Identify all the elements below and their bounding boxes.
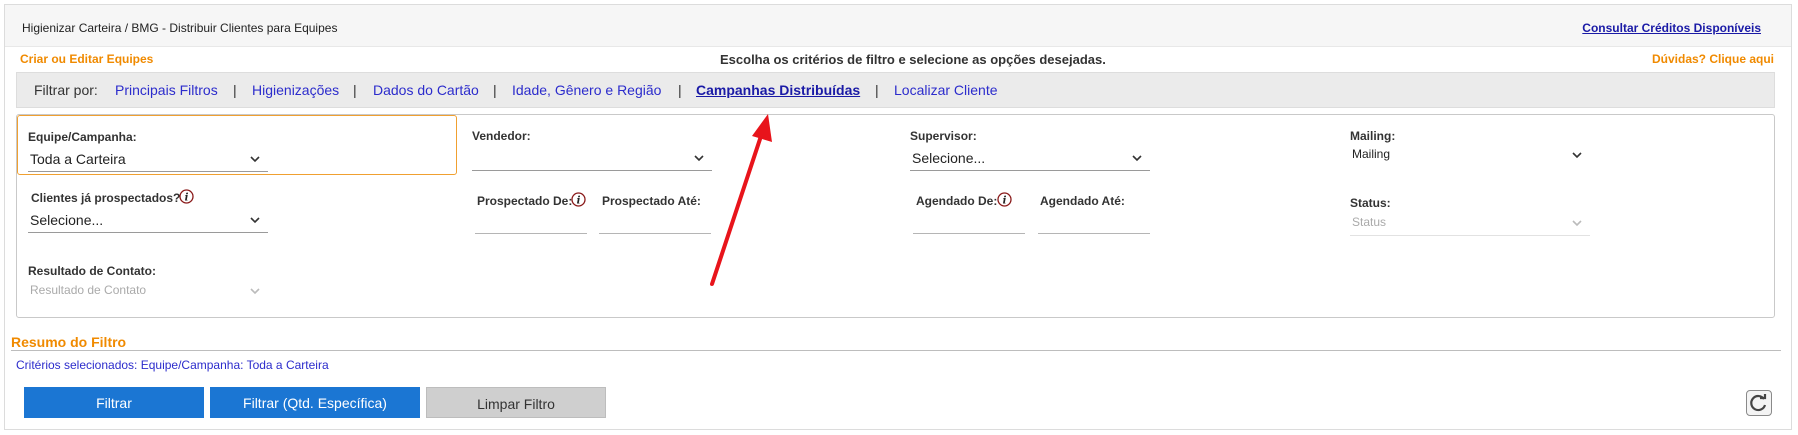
info-icon[interactable]: i [997, 192, 1012, 207]
filter-by-label: Filtrar por: [34, 82, 98, 98]
consultar-creditos-link[interactable]: Consultar Créditos Disponíveis [1582, 21, 1761, 35]
chevron-down-icon [250, 156, 260, 163]
tab-campanhas-distribuidas[interactable]: Campanhas Distribuídas [696, 82, 860, 98]
instruction-text: Escolha os critérios de filtro e selecio… [720, 52, 1106, 67]
prospectados-label: Clientes já prospectados? [31, 191, 181, 205]
chevron-down-icon [1132, 155, 1142, 162]
refresh-icon [1750, 394, 1767, 412]
chevron-down-icon [250, 217, 260, 224]
svg-text:i: i [1003, 196, 1007, 207]
mailing-label: Mailing: [1350, 129, 1396, 143]
tab-separator: | [233, 82, 237, 98]
equipe-label: Equipe/Campanha: [28, 130, 137, 144]
prospectados-select[interactable]: Selecione... [28, 208, 268, 233]
tab-dados-do-cartao[interactable]: Dados do Cartão [373, 82, 479, 98]
tab-separator: | [493, 82, 497, 98]
chevron-down-icon [694, 155, 704, 162]
summary-criteria: Critérios selecionados: Equipe/Campanha:… [16, 358, 329, 372]
tab-higienizacoes[interactable]: Higienizações [252, 82, 339, 98]
criar-editar-equipes-link[interactable]: Criar ou Editar Equipes [20, 52, 153, 66]
prospectado-ate-label: Prospectado Até: [602, 194, 701, 208]
vendedor-select[interactable] [472, 146, 712, 171]
chevron-down-icon [250, 288, 260, 295]
tab-principais-filtros[interactable]: Principais Filtros [115, 82, 218, 98]
vendedor-label: Vendedor: [472, 129, 531, 143]
filtrar-qtd-especifica-button[interactable]: Filtrar (Qtd. Específica) [210, 387, 420, 418]
agendado-de-label: Agendado De: [916, 194, 998, 208]
filter-tabs-bar: Filtrar por: Principais Filtros | Higien… [16, 72, 1775, 108]
info-icon[interactable]: i [179, 189, 194, 204]
svg-text:i: i [577, 196, 581, 207]
tab-localizar-cliente[interactable]: Localizar Cliente [894, 82, 998, 98]
status-label: Status: [1350, 196, 1391, 210]
tab-separator: | [678, 82, 682, 98]
breadcrumb: Higienizar Carteira / BMG - Distribuir C… [22, 21, 338, 35]
filter-panel: Equipe/Campanha: Toda a Carteira Vendedo… [16, 114, 1775, 318]
supervisor-select[interactable]: Selecione... [910, 146, 1150, 171]
svg-text:i: i [185, 193, 189, 204]
refresh-button[interactable] [1746, 390, 1772, 416]
prospectado-ate-input[interactable] [599, 211, 711, 234]
mailing-select[interactable]: Mailing [1350, 143, 1590, 167]
filtrar-button[interactable]: Filtrar [24, 387, 204, 418]
agendado-de-input[interactable] [913, 211, 1025, 234]
tab-separator: | [875, 82, 879, 98]
status-select[interactable]: Status [1350, 211, 1590, 236]
top-bar: Higienizar Carteira / BMG - Distribuir C… [5, 5, 1791, 47]
info-icon[interactable]: i [571, 192, 586, 207]
tab-idade-genero-regiao[interactable]: Idade, Gênero e Região [512, 82, 661, 98]
supervisor-label: Supervisor: [910, 129, 977, 143]
prospectado-de-label: Prospectado De: [477, 194, 573, 208]
tab-separator: | [353, 82, 357, 98]
agendado-ate-label: Agendado Até: [1040, 194, 1125, 208]
equipe-select[interactable]: Toda a Carteira [28, 147, 268, 172]
resultado-contato-label: Resultado de Contato: [28, 264, 156, 278]
resultado-contato-select[interactable]: Resultado de Contato [28, 279, 268, 303]
help-link[interactable]: Dúvidas? Clique aqui [1652, 52, 1774, 66]
summary-title: Resumo do Filtro [11, 334, 127, 350]
limpar-filtro-button[interactable]: Limpar Filtro [426, 387, 606, 418]
chevron-down-icon [1572, 152, 1582, 159]
summary-divider [11, 350, 1781, 351]
prospectado-de-input[interactable] [475, 211, 587, 234]
agendado-ate-input[interactable] [1038, 211, 1150, 234]
chevron-down-icon [1572, 220, 1582, 227]
